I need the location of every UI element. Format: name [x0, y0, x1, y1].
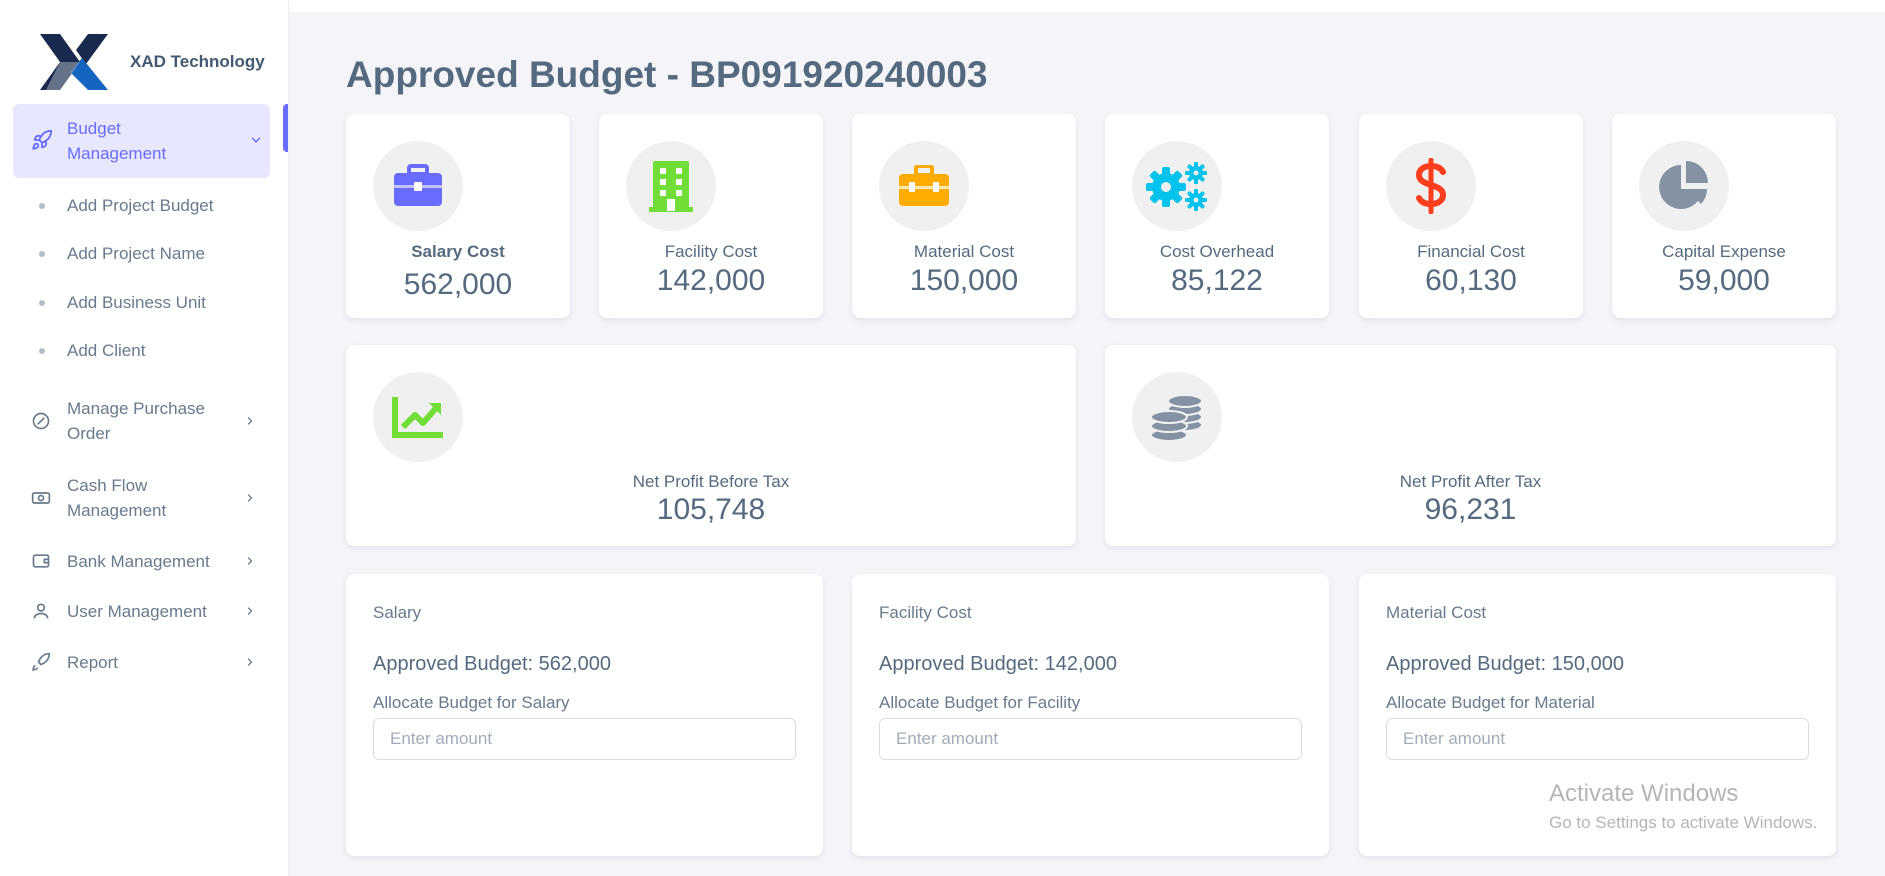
stat-card-cost-overhead: Cost Overhead 85,122 — [1105, 114, 1329, 318]
pie-chart-icon — [1659, 161, 1708, 209]
sidebar-subitem-label: Add Project Name — [67, 244, 205, 263]
chevron-right-icon — [247, 417, 253, 425]
sidebar-item-bank-management[interactable]: Bank Management — [29, 549, 259, 575]
allocate-material-input[interactable] — [1386, 718, 1809, 760]
sidebar-item-label: User Management — [67, 602, 207, 621]
bullet-icon — [39, 251, 45, 257]
profit-value: 105,748 — [656, 493, 766, 526]
sidebar-item-report[interactable]: Report — [29, 650, 259, 676]
chart-line-icon — [392, 397, 443, 438]
profit-card-before-tax: Net Profit Before Tax 105,748 — [346, 345, 1076, 546]
sidebar-item-manage-purchase-order[interactable]: Manage Purchase Order — [29, 396, 259, 446]
allocate-label: Allocate Budget for Facility — [879, 693, 1081, 712]
allocate-salary-input[interactable] — [373, 718, 796, 760]
coins-icon — [1150, 394, 1203, 442]
profit-label: Net Profit After Tax — [1399, 472, 1542, 491]
bullet-icon — [39, 300, 45, 306]
stat-card-material-cost: Material Cost 150,000 — [852, 114, 1076, 318]
sidebar-item-label: Report — [67, 653, 119, 672]
icon-circle — [373, 372, 463, 462]
sidebar-item-label: Manage Purchase Order — [67, 399, 205, 443]
activate-windows-title: Activate Windows — [1549, 780, 1739, 807]
chevron-right-icon — [247, 557, 253, 565]
chevron-right-icon — [247, 494, 253, 502]
profit-label: Net Profit Before Tax — [632, 472, 790, 491]
icon-circle — [1639, 141, 1729, 231]
allocation-title: Salary — [373, 603, 422, 622]
chevron-down-icon — [251, 137, 261, 143]
allocation-title: Facility Cost — [879, 603, 972, 622]
bullet-icon — [39, 348, 45, 354]
briefcase-icon — [394, 164, 442, 206]
icon-circle — [879, 141, 969, 231]
sidebar: XAD Technology Budget Management Add Pro… — [0, 0, 288, 876]
chevron-right-icon — [247, 658, 253, 666]
stat-card-salary-cost: Salary Cost 562,000 — [346, 114, 570, 318]
report-icon — [32, 652, 51, 671]
brand-logo-icon — [40, 34, 108, 90]
dollar-icon — [1415, 158, 1447, 214]
brand-name: XAD Technology — [130, 52, 265, 71]
stat-label: Facility Cost — [664, 242, 758, 261]
stat-value: 142,000 — [656, 264, 766, 297]
chevron-right-icon — [247, 607, 253, 615]
activate-windows-subtitle: Go to Settings to activate Windows. — [1549, 813, 1818, 832]
stat-value: 85,122 — [1171, 264, 1263, 297]
stat-card-financial-cost: Financial Cost 60,130 — [1359, 114, 1583, 318]
gears-icon — [1146, 162, 1207, 211]
sidebar-item-label: Bank Management — [67, 552, 210, 571]
wallet-icon — [32, 554, 50, 568]
stat-value: 59,000 — [1678, 264, 1770, 297]
allocation-card-salary: Salary Approved Budget: 562,000 Allocate… — [346, 574, 823, 856]
profit-card-after-tax: Net Profit After Tax 96,231 — [1105, 345, 1836, 546]
toolbox-icon — [899, 165, 949, 206]
brand[interactable]: XAD Technology — [36, 30, 265, 94]
icon-circle — [1386, 141, 1476, 231]
sidebar-subitem-label: Add Project Budget — [67, 196, 214, 215]
approved-budget: Approved Budget: 150,000 — [1386, 653, 1624, 675]
icon-circle — [373, 141, 463, 231]
allocate-label: Allocate Budget for Material — [1386, 693, 1595, 712]
sidebar-item-user-management[interactable]: User Management — [29, 599, 259, 625]
stat-label: Financial Cost — [1417, 242, 1525, 261]
stat-label: Material Cost — [913, 242, 1015, 261]
sidebar-subitem-add-client[interactable]: Add Client — [39, 341, 145, 361]
stat-card-facility-cost: Facility Cost 142,000 — [599, 114, 823, 318]
icon-circle — [1132, 372, 1222, 462]
sidebar-subitem-add-business-unit[interactable]: Add Business Unit — [39, 293, 206, 313]
purchase-order-icon — [32, 412, 50, 430]
allocation-card-facility: Facility Cost Approved Budget: 142,000 A… — [852, 574, 1329, 856]
stat-value: 60,130 — [1425, 264, 1517, 297]
rocket-icon — [32, 129, 53, 150]
sidebar-subitem-label: Add Business Unit — [67, 293, 206, 312]
stat-value: 562,000 — [403, 268, 513, 301]
allocation-title: Material Cost — [1386, 603, 1487, 622]
cash-icon — [31, 492, 51, 504]
sidebar-item-cash-flow-management[interactable]: Cash Flow Management — [29, 473, 259, 523]
sidebar-subitem-add-project-name[interactable]: Add Project Name — [39, 244, 205, 264]
stat-label: Capital Expense — [1662, 242, 1786, 261]
stat-card-capital-expense: Capital Expense 59,000 — [1612, 114, 1836, 318]
bullet-icon — [39, 203, 45, 209]
building-icon — [649, 161, 693, 212]
approved-budget: Approved Budget: 142,000 — [879, 653, 1117, 675]
icon-circle — [626, 141, 716, 231]
allocate-label: Allocate Budget for Salary — [373, 693, 570, 712]
sidebar-item-budget-management[interactable]: Budget Management — [13, 104, 270, 178]
sidebar-subitem-add-project-budget[interactable]: Add Project Budget — [39, 196, 213, 216]
stat-label: Cost Overhead — [1159, 242, 1275, 261]
stat-label: Salary Cost — [411, 242, 505, 261]
sidebar-item-label: Budget Management — [67, 119, 167, 163]
approved-budget: Approved Budget: 562,000 — [373, 653, 611, 675]
allocate-facility-input[interactable] — [879, 718, 1302, 760]
user-icon — [33, 603, 49, 619]
sidebar-item-label: Cash Flow Management — [67, 476, 167, 520]
sidebar-subitem-label: Add Client — [67, 341, 146, 360]
page-title: Approved Budget - BP091920240003 — [346, 54, 988, 95]
stat-value: 150,000 — [909, 264, 1019, 297]
profit-value: 96,231 — [1424, 493, 1517, 526]
icon-circle — [1132, 141, 1222, 231]
